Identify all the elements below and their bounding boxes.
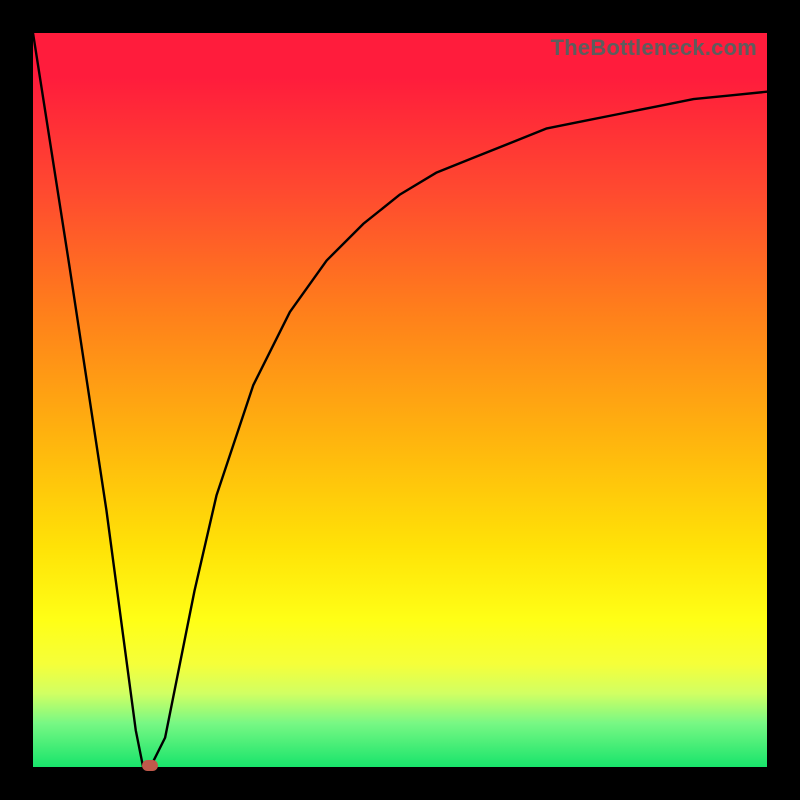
curve-path xyxy=(33,33,767,767)
bottleneck-curve xyxy=(33,33,767,767)
plot-area: TheBottleneck.com xyxy=(33,33,767,767)
optimum-marker xyxy=(142,760,158,771)
chart-frame: TheBottleneck.com xyxy=(0,0,800,800)
